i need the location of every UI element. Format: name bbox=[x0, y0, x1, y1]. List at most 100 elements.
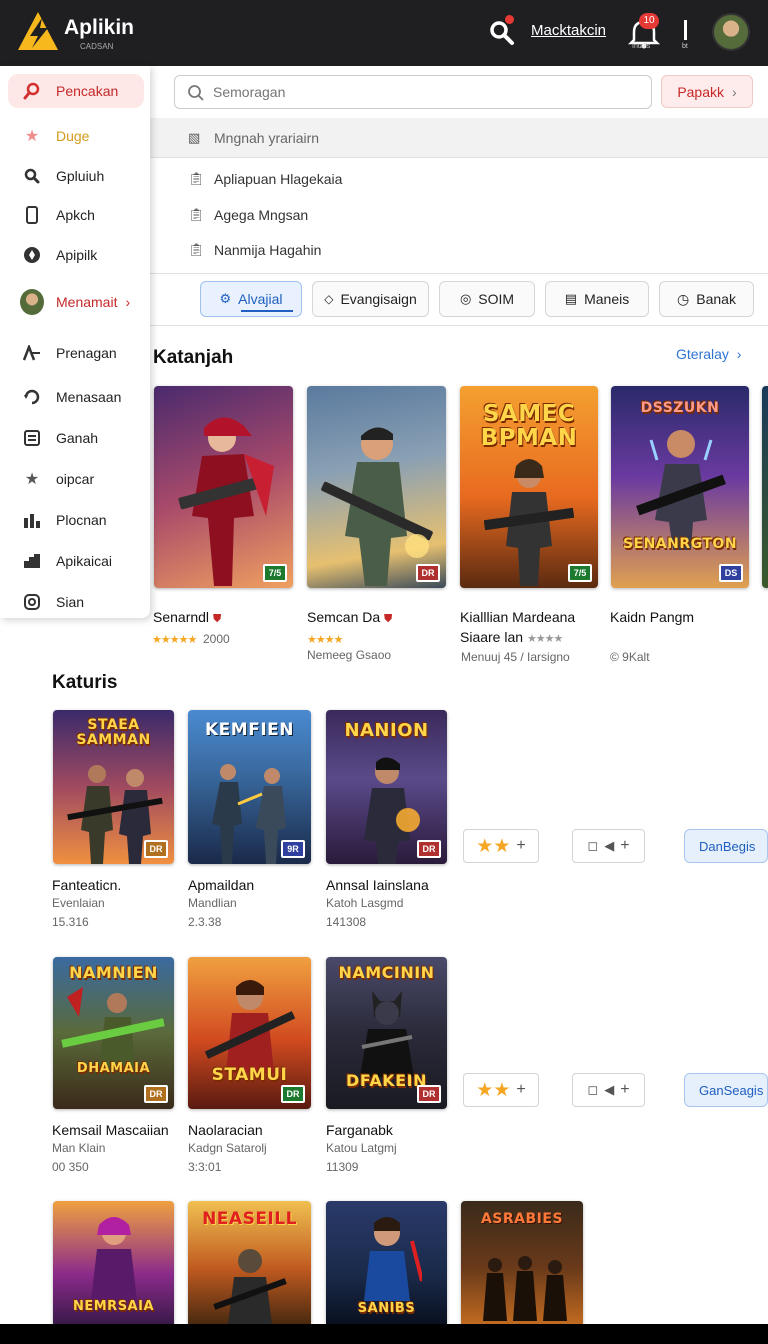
game-card-art[interactable]: NEASEILL bbox=[188, 1201, 311, 1324]
section-title: Katuris bbox=[52, 672, 118, 693]
game-card-art[interactable]: 7/5 bbox=[154, 386, 293, 588]
sidebar-item-discover[interactable]: Apipilk bbox=[8, 238, 144, 272]
sidebar-item-updates[interactable]: Menasaan bbox=[8, 380, 144, 414]
game-card-art-partial[interactable] bbox=[762, 386, 768, 588]
bottom-bar bbox=[0, 1324, 768, 1344]
notification-badge: 10 bbox=[639, 13, 659, 29]
app-name[interactable]: Aplikin bbox=[64, 16, 134, 40]
sidebar-item-label: Apkch bbox=[56, 207, 95, 223]
notification-label: Intalls bbox=[632, 43, 651, 50]
sidebar-item-label: Prenagan bbox=[56, 345, 117, 361]
search-bar[interactable] bbox=[174, 75, 652, 109]
suggestion-item[interactable]: 📋︎ Apliapuan Hlagekaia bbox=[150, 161, 768, 197]
app-logo-icon[interactable] bbox=[16, 10, 60, 52]
sidebar-item-favorites[interactable]: ★ Duge bbox=[8, 119, 144, 153]
sidebar-item-label: Apikaicai bbox=[56, 553, 113, 569]
card-title[interactable]: Kemsail Mascaiian bbox=[52, 1122, 169, 1138]
share-button[interactable]: ◻ ◀ + bbox=[572, 829, 645, 863]
card-title[interactable]: Fanteaticn. bbox=[52, 877, 121, 893]
chevron-right-icon: › bbox=[732, 83, 737, 100]
plus-icon: + bbox=[620, 1081, 630, 1098]
game-card-art[interactable]: KEMFIEN 9R bbox=[188, 710, 311, 864]
sidebar-item-top[interactable]: ★ oipcar bbox=[8, 462, 144, 496]
game-card-art[interactable]: ASRABIES bbox=[461, 1201, 583, 1324]
age-rating-badge: DR bbox=[417, 1085, 441, 1103]
game-card-art[interactable]: STAEA SAMMAN DR bbox=[53, 710, 174, 864]
card-rating: ★★★★ bbox=[307, 632, 343, 646]
sidebar-item-stats[interactable]: Apikaicai bbox=[8, 544, 144, 578]
suggestion-label: Agega Mngsan bbox=[214, 207, 309, 223]
game-card-art[interactable]: NAMCININ DFAKEIN DR bbox=[326, 957, 447, 1109]
filter-chip[interactable]: ◷ Banak bbox=[659, 281, 754, 317]
sidebar-item-charts[interactable]: Plocnan bbox=[8, 503, 144, 537]
sidebar-item-settings[interactable]: Sian bbox=[8, 585, 144, 619]
sidebar-item-categories[interactable]: Prenagan bbox=[8, 336, 144, 370]
card-art-subtitle: SENANRGTON bbox=[622, 536, 738, 552]
card-title[interactable]: Farganabk bbox=[326, 1122, 393, 1138]
filter-chip-active[interactable]: ⚙ Alvajial bbox=[200, 281, 302, 317]
user-avatar[interactable] bbox=[712, 13, 750, 51]
filter-chip[interactable]: ▤ Maneis bbox=[545, 281, 649, 317]
game-card-art[interactable]: SAMEC BPMAN 7/5 bbox=[460, 386, 598, 588]
sidebar-item-account[interactable]: Menamait › bbox=[8, 285, 144, 319]
rate-button[interactable]: ★★ + bbox=[463, 1073, 539, 1107]
card-title[interactable]: Kialllian Mardeana bbox=[460, 609, 575, 625]
top-link[interactable]: Macktakcin bbox=[531, 22, 606, 39]
card-title[interactable]: Senarndl ⛊ bbox=[153, 609, 221, 626]
star-icon: ★★ bbox=[476, 835, 511, 857]
star-icon: ★ bbox=[24, 471, 40, 488]
suggestion-item[interactable]: 📋︎ Agega Mngsan bbox=[150, 197, 768, 233]
game-card-art[interactable]: STAMUI DR bbox=[188, 957, 311, 1109]
sidebar-item-library[interactable]: Ganah bbox=[8, 421, 144, 455]
search-icon bbox=[20, 164, 44, 188]
suggestions-header: ▧ Mngnah yrariairn bbox=[150, 118, 768, 157]
card-title-label: Semcan Da bbox=[307, 609, 381, 625]
sidebar-item-search[interactable]: Pencakan bbox=[8, 74, 144, 108]
share-button[interactable]: ◻ ◀ + bbox=[572, 1073, 645, 1107]
search-icon[interactable] bbox=[489, 20, 515, 46]
card-title[interactable]: Naolaracian bbox=[188, 1122, 263, 1138]
sidebar-item-apps[interactable]: Apkch bbox=[8, 198, 144, 232]
divider bbox=[150, 325, 768, 326]
age-rating-badge: 7/5 bbox=[263, 564, 287, 582]
filter-chip[interactable]: ◇ Evangisaign bbox=[312, 281, 429, 317]
get-button[interactable]: DanBegis bbox=[684, 829, 768, 863]
search-button[interactable]: Papakk › bbox=[661, 75, 753, 108]
age-rating-badge: DR bbox=[281, 1085, 305, 1103]
diamond-icon: ◇ bbox=[324, 292, 334, 306]
chip-label: Evangisaign bbox=[340, 291, 417, 307]
game-card-art[interactable]: NANION DR bbox=[326, 710, 447, 864]
card-title[interactable]: Annsal Iainslana bbox=[326, 877, 429, 893]
card-art-title: NAMNIEN bbox=[69, 963, 158, 982]
age-rating-badge: 9R bbox=[281, 840, 305, 858]
search-input[interactable] bbox=[213, 76, 633, 108]
card-subtitle: Mandlian bbox=[188, 896, 237, 910]
rate-button[interactable]: ★★ + bbox=[463, 829, 539, 863]
app-logo-sub: CADSAN bbox=[80, 42, 114, 51]
card-subtitle: Man Klain bbox=[52, 1141, 106, 1155]
game-card-art[interactable]: DSSZUKN SENANRGTON DS bbox=[611, 386, 749, 588]
see-all-link[interactable]: Gteralay › bbox=[676, 346, 741, 362]
age-rating-badge: DR bbox=[417, 840, 441, 858]
gear-icon: ⚙ bbox=[219, 291, 232, 306]
card-title[interactable]: Semcan Da ⛊ bbox=[307, 609, 392, 626]
chip-label: SOIM bbox=[478, 291, 515, 307]
game-card-art[interactable]: SANIBS bbox=[326, 1201, 447, 1324]
menu-divider-icon[interactable] bbox=[684, 20, 687, 40]
suggestion-item[interactable]: 📋︎ Nanmija Hagahin bbox=[150, 232, 768, 268]
card-title[interactable]: Apmaildan bbox=[188, 877, 254, 893]
card-art-title: STAEA SAMMAN bbox=[76, 717, 151, 748]
get-button[interactable]: GanSeagis bbox=[684, 1073, 768, 1107]
top-bar: Aplikin CADSAN Macktakcin 10 Intalls bt bbox=[0, 0, 768, 66]
chip-label: Alvajial bbox=[238, 291, 283, 307]
plus-icon: + bbox=[516, 1081, 526, 1098]
grid-icon: ▤ bbox=[564, 291, 578, 306]
game-card-art[interactable]: NEMRSAIA bbox=[53, 1201, 174, 1324]
game-card-art[interactable]: DR bbox=[307, 386, 446, 588]
square-icon: ◻ bbox=[587, 838, 599, 853]
game-card-art[interactable]: NAMNIEN DHAMAIA DR bbox=[53, 957, 174, 1109]
filter-chip[interactable]: ◎ SOIM bbox=[439, 281, 535, 317]
sidebar-item-label: Pencakan bbox=[56, 83, 119, 99]
sidebar-item-explore[interactable]: Gpluiuh bbox=[8, 159, 144, 193]
card-title[interactable]: Kaidn Pangm bbox=[610, 609, 694, 625]
